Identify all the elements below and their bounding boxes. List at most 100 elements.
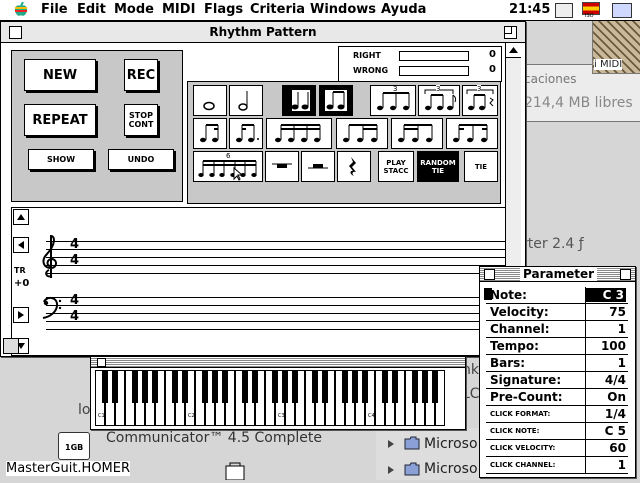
- menu-flags[interactable]: Flags: [204, 2, 243, 17]
- two-sixteenths-eighth-button[interactable]: [391, 118, 443, 149]
- black-key[interactable]: [382, 370, 388, 403]
- scroll-right-arrow-icon[interactable]: [13, 307, 29, 323]
- menu-midi[interactable]: MIDI: [162, 2, 195, 17]
- triplet-eighth-button[interactable]: 3: [370, 85, 416, 116]
- black-key[interactable]: [392, 370, 398, 403]
- parameter-value[interactable]: C 5: [605, 424, 626, 438]
- parameter-value[interactable]: 1/4: [605, 407, 626, 421]
- staff-area[interactable]: TR +0 4 4 4 4: [11, 207, 507, 356]
- parameter-value[interactable]: 75: [609, 305, 626, 319]
- parameter-value[interactable]: On: [607, 390, 626, 404]
- transpose-value[interactable]: +0: [14, 278, 29, 289]
- close-box-icon[interactable]: [9, 26, 22, 39]
- sextuplet-button[interactable]: 6: [193, 151, 263, 182]
- menu-mode[interactable]: Mode: [114, 2, 154, 17]
- new-button[interactable]: NEW: [24, 59, 96, 91]
- sixteenth-eighth-sixteenth-button[interactable]: [446, 118, 498, 149]
- black-key[interactable]: [212, 370, 218, 403]
- menu-edit[interactable]: Edit: [77, 2, 106, 17]
- menu-ayuda[interactable]: Ayuda: [381, 2, 426, 17]
- black-key[interactable]: [362, 370, 368, 403]
- black-key[interactable]: [112, 370, 118, 403]
- black-key[interactable]: [432, 370, 438, 403]
- repeat-button[interactable]: REPEAT: [24, 104, 96, 136]
- menu-criteria[interactable]: Criteria: [250, 2, 305, 17]
- close-box-icon[interactable]: [97, 358, 106, 367]
- black-key[interactable]: [292, 370, 298, 403]
- menu-windows[interactable]: Windows: [310, 2, 376, 17]
- display-icon[interactable]: [555, 3, 573, 18]
- keyboard-title-bar[interactable]: [91, 357, 465, 368]
- black-key[interactable]: [172, 370, 178, 403]
- parameter-value[interactable]: 4/4: [605, 373, 626, 387]
- folder-icon[interactable]: [404, 462, 420, 479]
- black-key[interactable]: [242, 370, 248, 403]
- parameter-row[interactable]: Pre-Count: On: [486, 389, 628, 406]
- tie-button[interactable]: TIE: [464, 151, 498, 182]
- black-key[interactable]: [152, 370, 158, 403]
- app-caption[interactable]: Communicator™ 4.5 Complete: [106, 430, 322, 446]
- window-title-bar[interactable]: Rhythm Pattern: [1, 22, 525, 43]
- parameter-row[interactable]: CLICK NOTE: C 5: [486, 423, 628, 440]
- black-key[interactable]: [282, 370, 288, 403]
- triplet-rest-button[interactable]: 3: [462, 85, 498, 116]
- eighth-two-sixteenths-button[interactable]: [336, 118, 388, 149]
- dotted-eighth-button[interactable]: [193, 118, 227, 149]
- parameter-row[interactable]: Channel: 1: [486, 321, 628, 338]
- zoom-box-icon[interactable]: [504, 26, 517, 39]
- black-key[interactable]: [352, 370, 358, 403]
- whole-note-button[interactable]: [193, 85, 227, 116]
- parameter-value[interactable]: 1: [618, 322, 626, 336]
- folder-label[interactable]: Microso: [424, 461, 478, 477]
- eighth-pair-button[interactable]: [319, 85, 353, 116]
- random-tie-button[interactable]: RANDOM TIE: [417, 151, 459, 182]
- four-sixteenths-button[interactable]: [266, 118, 332, 149]
- size-box-icon[interactable]: [3, 338, 19, 354]
- black-key[interactable]: [412, 370, 418, 403]
- eighth-sixteenth-button[interactable]: [229, 118, 263, 149]
- application-menu-icon[interactable]: [612, 3, 632, 18]
- undo-button[interactable]: UNDO: [108, 149, 174, 170]
- black-key[interactable]: [182, 370, 188, 403]
- parameter-row[interactable]: CLICK CHANNEL: 1: [486, 457, 628, 474]
- parameter-value[interactable]: 60: [609, 441, 626, 455]
- black-key[interactable]: [272, 370, 278, 403]
- black-key[interactable]: [252, 370, 258, 403]
- apple-menu-icon[interactable]: [14, 1, 28, 17]
- disclosure-triangle-icon[interactable]: [386, 438, 396, 452]
- parameter-value[interactable]: 100: [601, 339, 626, 353]
- half-rest-button[interactable]: [301, 151, 335, 182]
- disk-label[interactable]: MasterGuit.HOMER: [6, 461, 131, 476]
- rec-button[interactable]: REC: [124, 59, 158, 91]
- parameter-row[interactable]: Bars: 1: [486, 355, 628, 372]
- scroll-up-arrow-icon[interactable]: [13, 209, 29, 225]
- show-button[interactable]: SHOW: [28, 149, 94, 170]
- parameter-row[interactable]: CLICK FORMAT: 1/4: [486, 406, 628, 423]
- stop-cont-button[interactable]: STOP CONT: [124, 104, 158, 136]
- quarter-note-button[interactable]: [282, 85, 316, 116]
- black-key[interactable]: [422, 370, 428, 403]
- parameter-value[interactable]: 1: [618, 458, 626, 472]
- black-key[interactable]: [342, 370, 348, 403]
- black-key[interactable]: [142, 370, 148, 403]
- folder-icon[interactable]: [404, 436, 420, 453]
- menu-clock[interactable]: 21:45: [509, 2, 550, 17]
- parameter-row[interactable]: Note: C 3: [486, 287, 628, 304]
- play-stacc-button[interactable]: PLAY STACC: [378, 151, 414, 182]
- parameter-row[interactable]: CLICK VELOCITY: 60: [486, 440, 628, 457]
- scroll-left-arrow-icon[interactable]: [13, 237, 29, 253]
- whole-rest-button[interactable]: [265, 151, 299, 182]
- collapse-box-icon[interactable]: [620, 269, 631, 280]
- black-key[interactable]: [102, 370, 108, 403]
- parameter-row[interactable]: Tempo: 100: [486, 338, 628, 355]
- folder-label[interactable]: Microso: [424, 436, 478, 452]
- black-key[interactable]: [202, 370, 208, 403]
- half-note-button[interactable]: [229, 85, 263, 116]
- parameter-row[interactable]: Signature: 4/4: [486, 372, 628, 389]
- quarter-rest-button[interactable]: [337, 151, 371, 182]
- close-box-icon[interactable]: [484, 269, 495, 280]
- black-key[interactable]: [132, 370, 138, 403]
- parameter-value[interactable]: 1: [618, 356, 626, 370]
- triplet-mixed-button[interactable]: 3: [418, 85, 460, 116]
- disclosure-triangle-icon[interactable]: [386, 464, 396, 478]
